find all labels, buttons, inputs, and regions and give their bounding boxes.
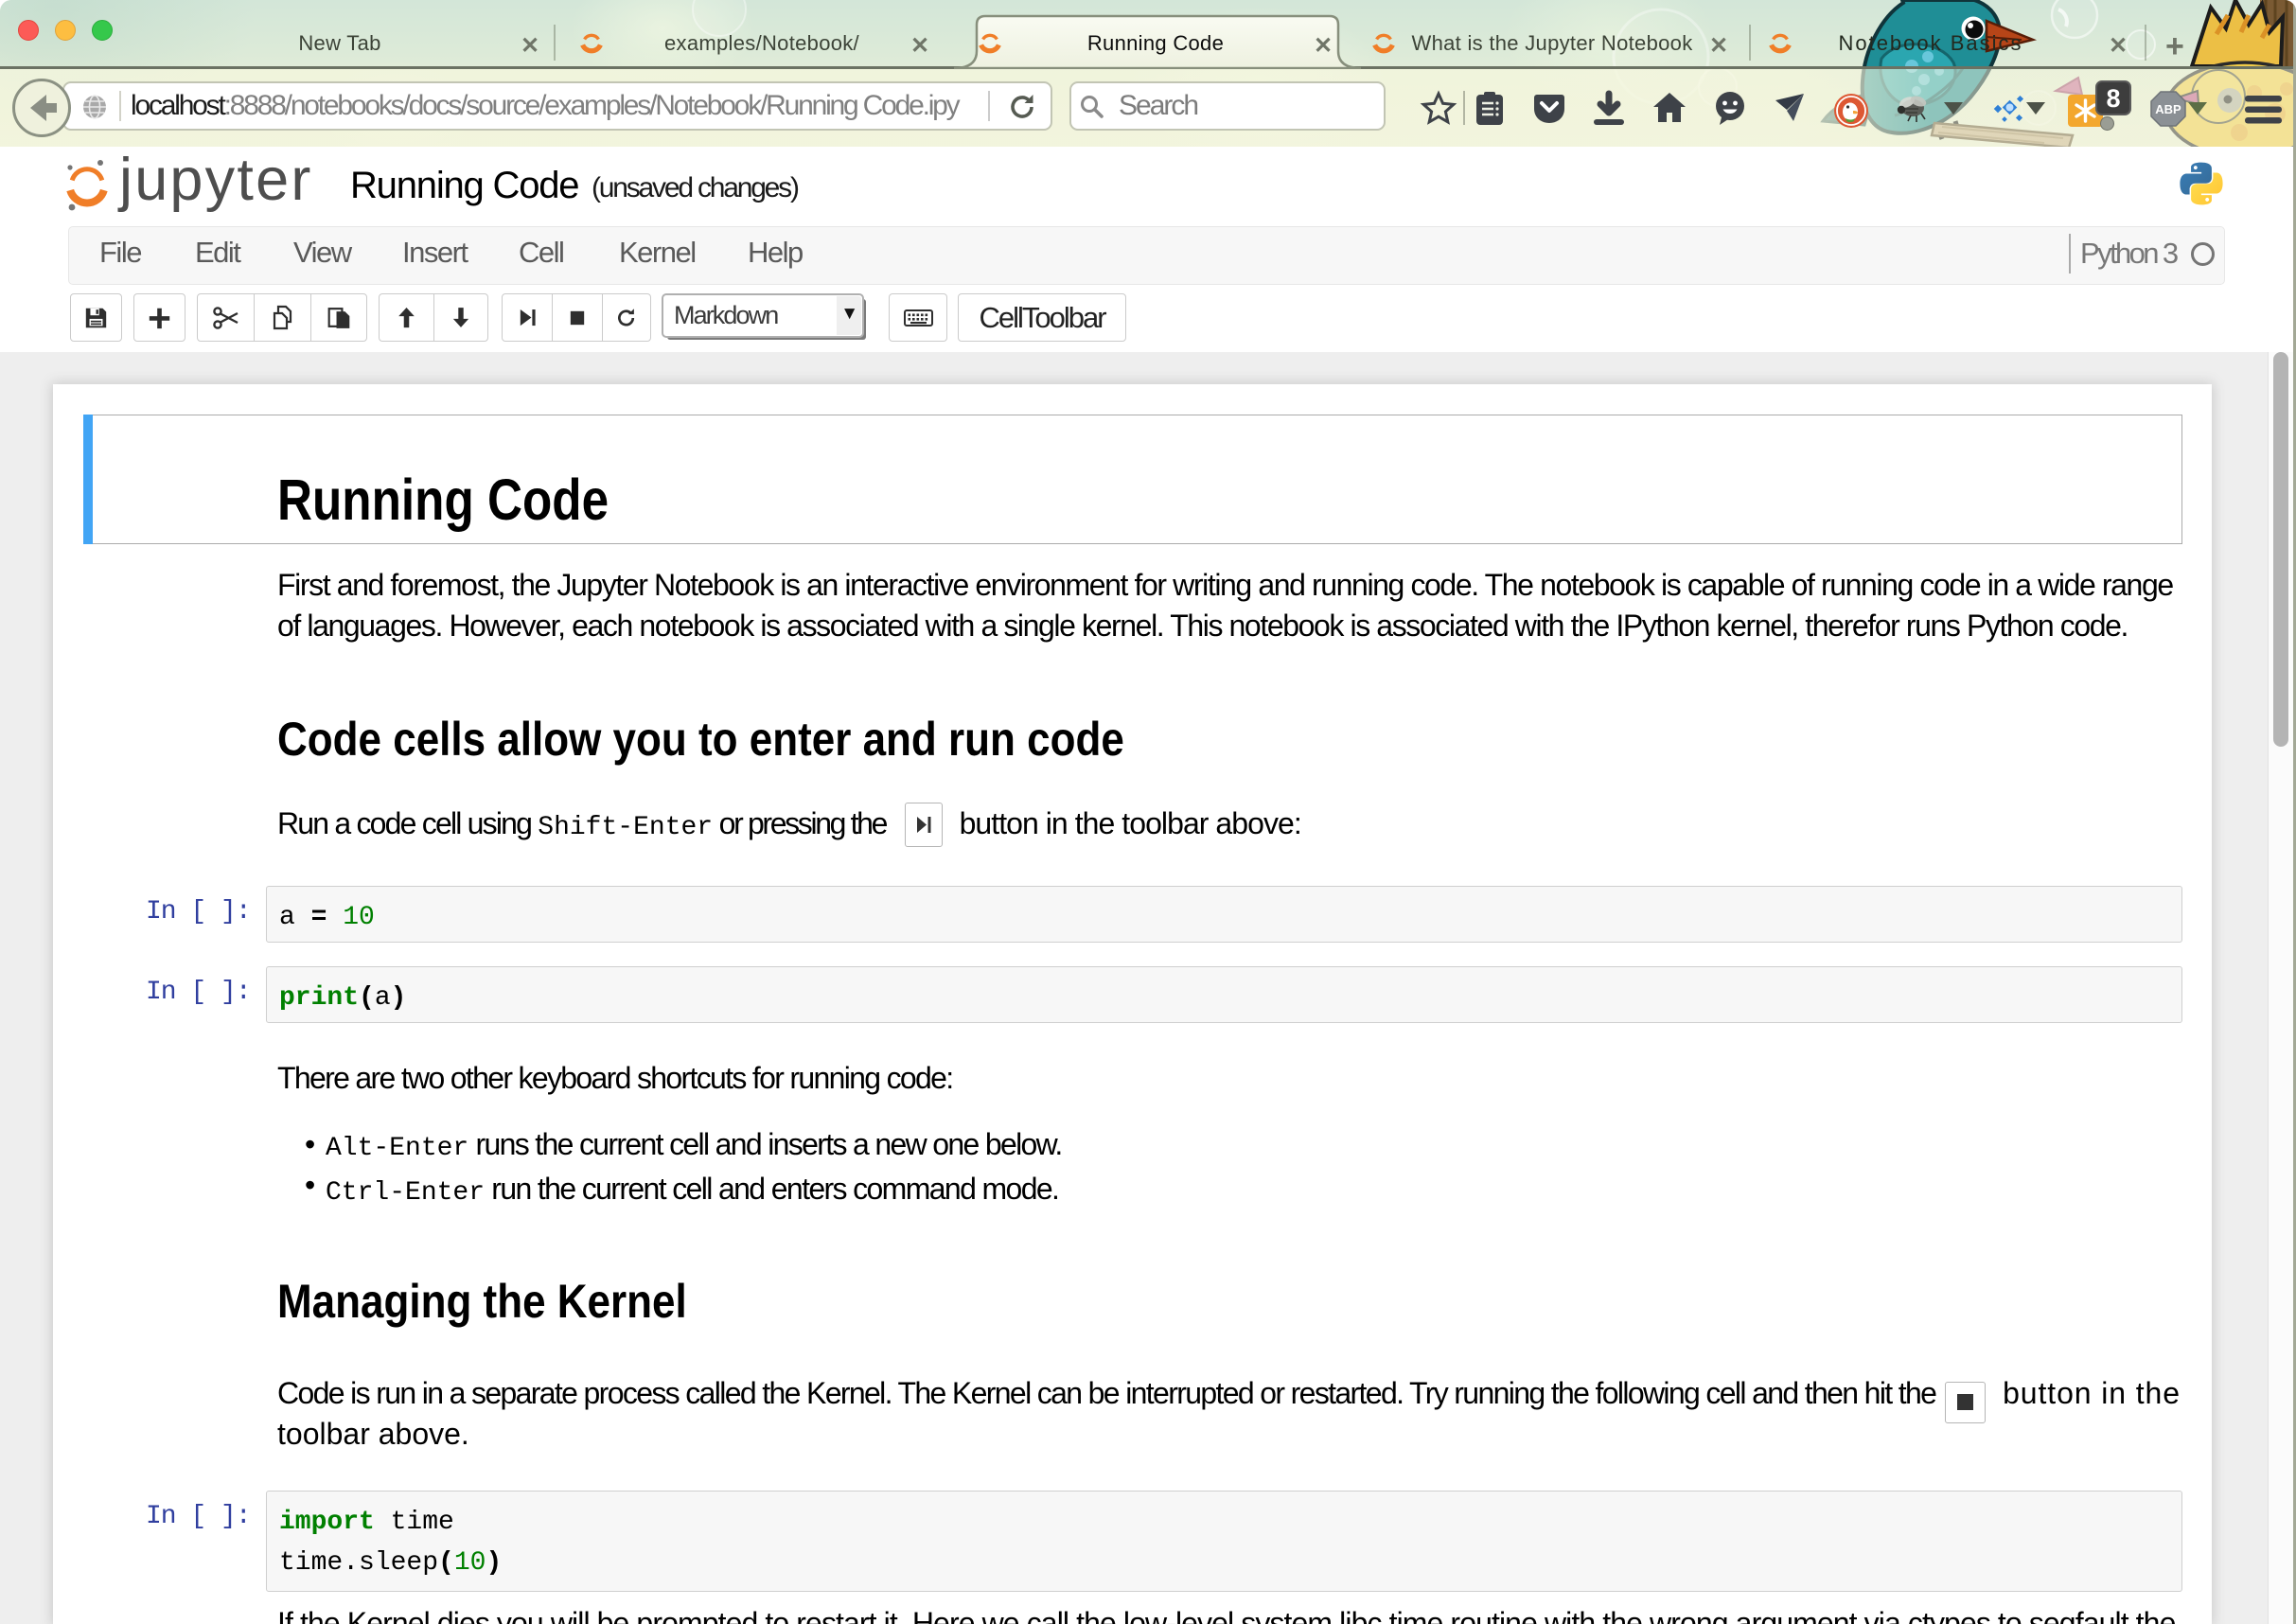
- svg-text:ABP: ABP: [2155, 102, 2181, 116]
